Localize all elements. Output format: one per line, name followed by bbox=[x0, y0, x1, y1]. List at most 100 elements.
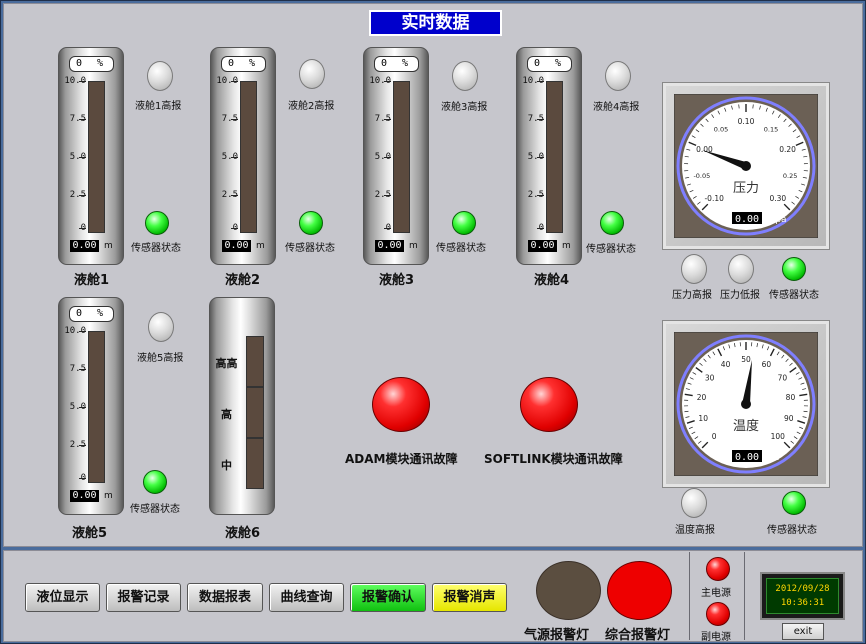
tank-level-unit: m bbox=[562, 241, 571, 251]
tank-5-gauge: 0%10.07.55.02.500.00m bbox=[58, 297, 124, 515]
tank-percent-unit: % bbox=[97, 308, 104, 319]
level-display-button[interactable]: 液位显示 bbox=[25, 583, 100, 612]
dial-scale-label: 80 bbox=[786, 393, 796, 402]
dial-scale-label: 0.30 bbox=[769, 194, 786, 203]
dial-scale-label: 50 bbox=[741, 355, 751, 364]
tank-scale-tick bbox=[79, 369, 86, 370]
dial-scale-label: 60 bbox=[762, 360, 772, 369]
tank-percent-unit: % bbox=[97, 58, 104, 69]
dial-scale-label: -0.10 bbox=[704, 194, 724, 203]
adam-fault-lamp bbox=[372, 377, 430, 432]
alarm-record-button[interactable]: 报警记录 bbox=[106, 583, 181, 612]
tank6-level-label: 高 bbox=[221, 408, 232, 421]
tank-scale-tick bbox=[537, 157, 544, 158]
tank-level-unit: m bbox=[104, 491, 113, 501]
pressure-low-label: 压力低报 bbox=[720, 290, 760, 301]
tank-1-name: 液舱1 bbox=[74, 273, 110, 288]
temperature-unit: °C bbox=[769, 453, 780, 463]
tank-scale-tick bbox=[79, 195, 86, 196]
tank-scale-tick bbox=[384, 81, 391, 82]
dial-scale-label: 70 bbox=[778, 374, 788, 383]
tank-level-bar bbox=[88, 331, 105, 483]
page-title: 实时数据 bbox=[369, 10, 502, 36]
pressure-value: 0.00 bbox=[735, 214, 759, 225]
tank-4-sensor-label: 传感器状态 bbox=[586, 244, 636, 255]
clock-time: 10:36:31 bbox=[780, 598, 825, 608]
tank-4-gauge: 0%10.07.55.02.500.00m bbox=[516, 47, 582, 265]
tank-2-high-alarm-lamp bbox=[299, 59, 325, 89]
tank-level-value: 0.00 bbox=[70, 240, 99, 252]
tank-scale-tick bbox=[231, 228, 238, 229]
tank-scale-tick bbox=[79, 445, 86, 446]
temperature-sensor-label: 传感器状态 bbox=[767, 525, 817, 536]
general-alarm-lamp bbox=[607, 561, 672, 620]
dial-tick bbox=[684, 410, 689, 413]
tank6-level-label: 高高 bbox=[215, 357, 238, 370]
tank-3-sensor-lamp bbox=[452, 211, 476, 235]
tank-5-sensor-label: 传感器状态 bbox=[130, 504, 180, 515]
pressure-low-lamp bbox=[728, 254, 754, 284]
tank-5-name: 液舱5 bbox=[72, 526, 108, 541]
tank6-gauge: 高高 高 中 bbox=[209, 297, 275, 515]
tank-scale-tick bbox=[79, 331, 86, 332]
pressure-sensor-label: 传感器状态 bbox=[769, 290, 819, 301]
tank-3-sensor-label: 传感器状态 bbox=[436, 243, 486, 254]
tank-scale-tick bbox=[231, 195, 238, 196]
temperature-high-lamp bbox=[681, 488, 707, 518]
tank-percent-display: 0% bbox=[221, 56, 266, 72]
backup-power-label: 副电源 bbox=[701, 632, 731, 643]
tank-2-sensor-lamp bbox=[299, 211, 323, 235]
alarm-silence-button[interactable]: 报警消声 bbox=[432, 583, 507, 612]
curve-query-button[interactable]: 曲线查询 bbox=[269, 583, 344, 612]
tank-level-unit: m bbox=[104, 241, 113, 251]
tank-percent-display: 0% bbox=[69, 56, 114, 72]
tank-1-high-alarm-label: 液舱1高报 bbox=[135, 101, 182, 112]
tank-level-bar bbox=[393, 81, 410, 233]
pressure-sensor-lamp bbox=[782, 257, 806, 281]
tank-scale-tick bbox=[231, 157, 238, 158]
main-power-label: 主电源 bbox=[701, 588, 731, 599]
dial-tick bbox=[803, 410, 808, 413]
alarm-confirm-button[interactable]: 报警确认 bbox=[350, 583, 426, 612]
tank6-level-mid-cell bbox=[246, 438, 264, 489]
clock-date: 2012/09/28 bbox=[775, 584, 830, 594]
tank-scale-tick bbox=[79, 157, 86, 158]
pressure-dial: -0.10 0.00 0.10 0.20 0.30 -0.05 0.05 0.15 0.25 压… bbox=[674, 94, 818, 238]
tank-2-sensor-label: 传感器状态 bbox=[285, 243, 335, 254]
tank-percent-value: 0 bbox=[534, 58, 541, 69]
pressure-unit: Kpa bbox=[769, 215, 786, 225]
tank-5-high-alarm-label: 液舱5高报 bbox=[137, 353, 184, 364]
tank6-level-label: 中 bbox=[221, 459, 232, 472]
air-source-alarm-lamp bbox=[536, 561, 601, 620]
tank-scale-tick bbox=[79, 407, 86, 408]
tank-2-high-alarm-label: 液舱2高报 bbox=[288, 101, 335, 112]
data-report-button[interactable]: 数据报表 bbox=[187, 583, 263, 612]
tank-percent-display: 0% bbox=[69, 306, 114, 322]
dial-scale-label: 0.10 bbox=[738, 117, 755, 126]
tank-scale-tick bbox=[79, 478, 86, 479]
tank-level-unit: m bbox=[409, 241, 418, 251]
tank-scale-tick bbox=[231, 119, 238, 120]
tank-level-value: 0.00 bbox=[375, 240, 404, 252]
dial-scale-label: 0.20 bbox=[779, 145, 796, 154]
dial-scale-label: 20 bbox=[697, 393, 707, 402]
tank-1-high-alarm-lamp bbox=[147, 61, 173, 91]
tank-scale-tick bbox=[79, 119, 86, 120]
tank-level-value: 0.00 bbox=[528, 240, 557, 252]
tank-4-sensor-lamp bbox=[600, 211, 624, 235]
softlink-fault-lamp bbox=[520, 377, 578, 432]
separator bbox=[744, 552, 745, 640]
temperature-gauge: 0 10 20 30 40 50 60 70 80 90 100 温度 0.00 °C bbox=[662, 320, 830, 488]
tank-scale-tick bbox=[79, 81, 86, 82]
temperature-label: 温度 bbox=[733, 418, 759, 434]
tank-5-high-alarm-lamp bbox=[148, 312, 174, 342]
exit-button[interactable]: exit bbox=[782, 623, 824, 640]
tank-scale-tick bbox=[384, 228, 391, 229]
tank-percent-display: 0% bbox=[374, 56, 419, 72]
pressure-gauge: -0.10 0.00 0.10 0.20 0.30 -0.05 0.05 0.15 0.25 压… bbox=[662, 82, 830, 250]
tank-4-name: 液舱4 bbox=[534, 273, 570, 288]
tank-level-value: 0.00 bbox=[222, 240, 251, 252]
pressure-high-label: 压力高报 bbox=[672, 290, 712, 301]
dial-scale-label: 40 bbox=[721, 360, 731, 369]
general-alarm-label: 综合报警灯 bbox=[605, 628, 671, 643]
